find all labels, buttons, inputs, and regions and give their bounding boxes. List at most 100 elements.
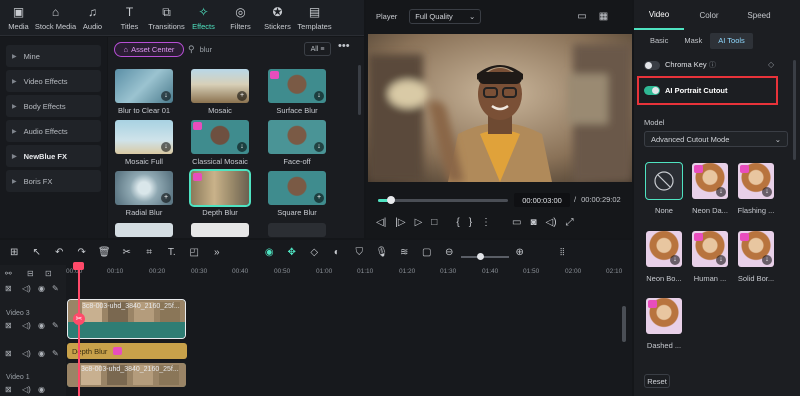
- toolbar-media[interactable]: ▣ Media: [0, 0, 37, 36]
- subtab-ai-tools[interactable]: AI Tools: [710, 33, 753, 49]
- mute-icon[interactable]: ◁): [22, 349, 31, 358]
- snap-icon[interactable]: ✥: [281, 247, 304, 258]
- eye-icon[interactable]: ◉: [38, 321, 45, 330]
- layout-grid-icon[interactable]: ⊞: [3, 247, 26, 258]
- category-video-effects[interactable]: ▶ Video Effects: [6, 70, 101, 92]
- lock-icon[interactable]: ⊠: [5, 321, 12, 330]
- more-tools-icon[interactable]: »: [206, 247, 229, 258]
- effects-scrollbar[interactable]: [358, 65, 361, 115]
- subtab-mask[interactable]: Mask: [676, 33, 710, 49]
- keyframe-diamond-icon[interactable]: ◇: [768, 60, 774, 69]
- preset-neon-border[interactable]: ↓: [646, 231, 682, 267]
- link-icon[interactable]: ⚯: [5, 269, 12, 278]
- play-back-icon[interactable]: |▷: [395, 217, 405, 228]
- effect-thumb-depth-blur[interactable]: [189, 169, 251, 207]
- fullscreen-icon[interactable]: ⤢: [566, 217, 574, 228]
- marker-icon[interactable]: ◇: [303, 247, 326, 258]
- timeline-ruler[interactable]: 00:00 00:10 00:20 00:30 00:40 00:50 01:0…: [66, 265, 632, 279]
- effect-clip-depth-blur[interactable]: Depth Blur: [67, 343, 187, 359]
- select-tool-icon[interactable]: ↖: [26, 247, 49, 258]
- effect-thumb-mosaic-full[interactable]: ↓: [115, 120, 173, 154]
- audio-mix-icon[interactable]: ≋: [393, 247, 416, 258]
- prev-frame-icon[interactable]: ◁|: [376, 217, 386, 228]
- model-dropdown[interactable]: Advanced Cutout Mode ⌄: [644, 131, 788, 147]
- preset-solid-border[interactable]: ↓: [738, 231, 774, 267]
- screen-record-icon[interactable]: ▢: [416, 247, 439, 258]
- grid-view-icon[interactable]: ▦: [599, 11, 608, 22]
- more-options-icon[interactable]: •••: [338, 40, 350, 52]
- volume-icon[interactable]: ◁): [546, 217, 557, 228]
- split-scissors-icon[interactable]: ✂: [116, 247, 139, 258]
- playback-scrubber[interactable]: [378, 199, 508, 202]
- tab-video[interactable]: Video: [634, 0, 684, 30]
- microphone-icon[interactable]: 🎙: [371, 247, 394, 258]
- preset-flashing[interactable]: ↓: [738, 163, 774, 199]
- effect-thumb-radial-blur[interactable]: +: [115, 171, 173, 205]
- effect-thumb-partial[interactable]: [115, 223, 173, 237]
- play-icon[interactable]: ▷: [415, 217, 423, 228]
- mute-icon[interactable]: ◁): [22, 321, 31, 330]
- toolbar-filters[interactable]: ◎ Filters: [222, 0, 259, 36]
- display-icon[interactable]: ▭: [512, 217, 521, 228]
- category-newblue-fx[interactable]: ▶ NewBlue FX: [6, 145, 101, 167]
- mark-in-icon[interactable]: {: [456, 217, 459, 228]
- effect-thumb-partial[interactable]: [191, 223, 249, 237]
- scrubber-handle[interactable]: [387, 196, 395, 204]
- clip-link-icon[interactable]: ✎: [52, 321, 59, 330]
- video-preview[interactable]: [368, 34, 632, 182]
- crop-icon[interactable]: ⌗: [138, 247, 161, 258]
- lock-icon[interactable]: ⊠: [5, 385, 12, 394]
- clip-link-icon[interactable]: ✎: [52, 349, 59, 358]
- lock-icon[interactable]: ⊠: [5, 284, 12, 293]
- toolbar-audio[interactable]: ♫ Audio: [74, 0, 111, 36]
- effect-thumb-classical-mosaic[interactable]: ↓: [191, 120, 249, 154]
- shield-icon[interactable]: ⛉: [348, 247, 371, 258]
- reset-button[interactable]: Reset: [644, 374, 670, 388]
- toolbar-stock-media[interactable]: ⌂ Stock Media: [35, 0, 76, 36]
- zoom-out-icon[interactable]: ⊖: [438, 247, 461, 258]
- property-scrollbar[interactable]: [793, 60, 796, 160]
- mask-tool-icon[interactable]: ◰: [183, 247, 206, 258]
- camera-snapshot-icon[interactable]: ◙: [530, 217, 536, 228]
- track-manage-icon[interactable]: ⊡: [45, 269, 52, 278]
- tab-speed[interactable]: Speed: [734, 0, 784, 30]
- toolbar-transitions[interactable]: ⧉ Transitions: [148, 0, 185, 36]
- category-body-effects[interactable]: ▶ Body Effects: [6, 95, 101, 117]
- mute-icon[interactable]: ◁): [22, 284, 31, 293]
- playhead-handle[interactable]: [73, 262, 84, 270]
- timeline-settings-icon[interactable]: ⦙⦙: [551, 247, 574, 258]
- add-track-icon[interactable]: ⊟: [27, 269, 34, 278]
- clip-link-icon[interactable]: ✎: [52, 284, 59, 293]
- subtab-basic[interactable]: Basic: [642, 33, 676, 49]
- effect-thumb-partial[interactable]: [268, 223, 326, 237]
- timeline-scrollbar[interactable]: [622, 306, 626, 342]
- split-marker-icon[interactable]: ✂: [73, 313, 85, 325]
- snapshot-image-icon[interactable]: ▭: [577, 11, 586, 22]
- effect-thumb-mosaic[interactable]: +: [191, 69, 249, 103]
- help-icon[interactable]: ⓘ: [709, 60, 716, 70]
- effect-thumb-surface-blur[interactable]: ↓: [268, 69, 326, 103]
- stop-icon[interactable]: □: [431, 217, 437, 228]
- lock-icon[interactable]: ⊠: [5, 349, 12, 358]
- effect-thumb-face-off[interactable]: ↓: [268, 120, 326, 154]
- tab-color[interactable]: Color: [684, 0, 734, 30]
- chroma-key-toggle[interactable]: [644, 61, 660, 70]
- color-match-icon[interactable]: ◐: [326, 247, 349, 258]
- filter-dropdown[interactable]: All ≡: [304, 42, 331, 56]
- category-mine[interactable]: ▶ Mine: [6, 45, 101, 67]
- toolbar-titles[interactable]: T Titles: [111, 0, 148, 36]
- delete-icon[interactable]: 🗑: [93, 247, 116, 258]
- toolbar-templates[interactable]: ▤ Templates: [296, 0, 333, 36]
- undo-icon[interactable]: ↶: [48, 247, 71, 258]
- effects-search-input[interactable]: ⚲ blur: [188, 42, 298, 57]
- toolbar-stickers[interactable]: ✪ Stickers: [259, 0, 296, 36]
- timeline-playhead[interactable]: [78, 264, 80, 396]
- asset-center-button[interactable]: ⌂ Asset Center: [114, 42, 184, 57]
- preset-neon-dazzle[interactable]: ↓: [692, 163, 728, 199]
- eye-icon[interactable]: ◉: [38, 349, 45, 358]
- ai-render-icon[interactable]: ◉: [258, 247, 281, 258]
- effect-thumb-blur-to-clear[interactable]: ↓: [115, 69, 173, 103]
- eye-icon[interactable]: ◉: [38, 284, 45, 293]
- category-audio-effects[interactable]: ▶ Audio Effects: [6, 120, 101, 142]
- category-boris-fx[interactable]: ▶ Boris FX: [6, 170, 101, 192]
